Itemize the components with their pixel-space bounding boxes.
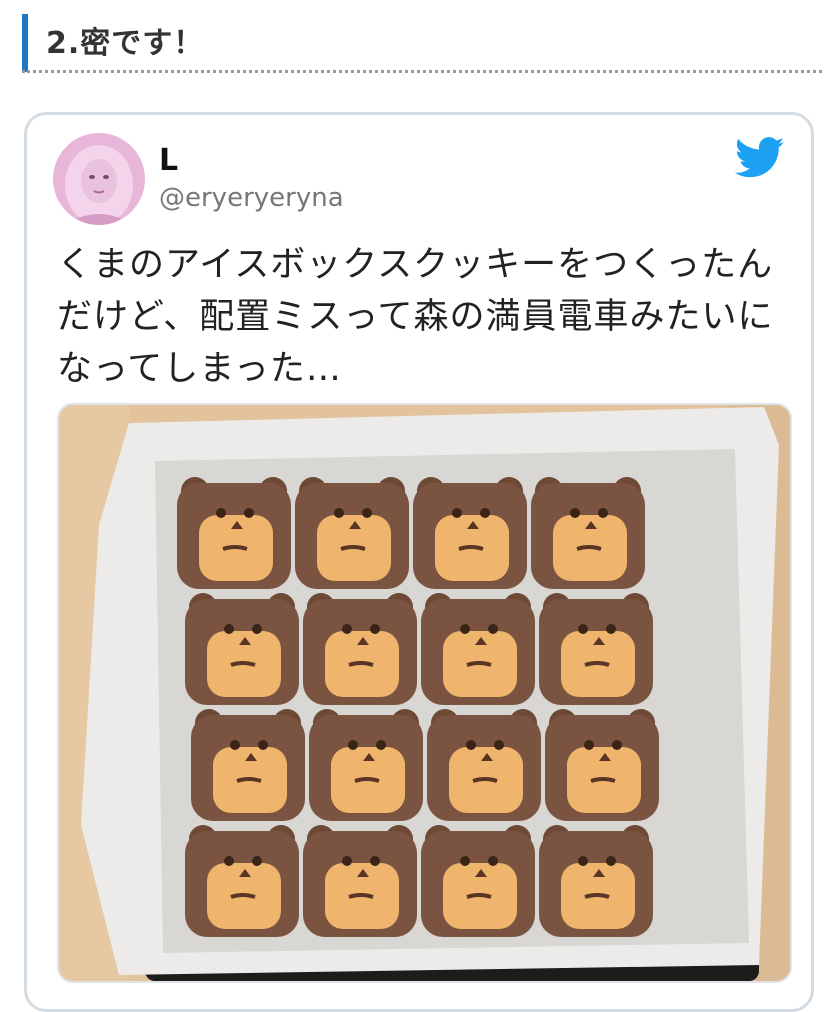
- bear-cookie: [295, 477, 409, 589]
- section-heading: 2.密です！: [0, 0, 840, 74]
- heading-accent-bar: [22, 14, 28, 72]
- tweet-text-line: だけど、配置ミスって森の満員電車みたいに: [57, 297, 774, 337]
- tweet-handle[interactable]: @eryeryeryna: [159, 183, 344, 213]
- bear-cookie: [545, 709, 659, 821]
- bear-cookie: [427, 709, 541, 821]
- bear-cookie: [421, 593, 535, 705]
- embedded-tweet[interactable]: L @eryeryeryna くまのアイスボックスクッキーをつくったん だけど、…: [24, 112, 814, 1012]
- tweet-display-name[interactable]: L: [159, 143, 178, 178]
- bear-cookie: [185, 825, 299, 937]
- bear-cookie: [539, 593, 653, 705]
- tweet-photo[interactable]: [57, 403, 792, 983]
- twitter-bird-icon[interactable]: [735, 137, 785, 179]
- bear-cookie: [303, 593, 417, 705]
- bear-cookie: [413, 477, 527, 589]
- bear-cookie: [421, 825, 535, 937]
- tweet-text-line: くまのアイスボックスクッキーをつくったん: [57, 245, 774, 285]
- bear-cookie: [185, 593, 299, 705]
- bear-cookie: [531, 477, 645, 589]
- tweet-text-line: なってしまった…: [57, 349, 342, 389]
- bear-cookie: [191, 709, 305, 821]
- bear-cookie: [539, 825, 653, 937]
- cookie-photo-image: [59, 405, 790, 981]
- bear-cookie: [177, 477, 291, 589]
- bear-cookie: [303, 825, 417, 937]
- bear-cookie: [309, 709, 423, 821]
- tweet-text: くまのアイスボックスクッキーをつくったん だけど、配置ミスって森の満員電車みたい…: [57, 239, 792, 395]
- heading-divider: [22, 70, 822, 73]
- section-title: 2.密です！: [46, 26, 205, 61]
- avatar-image: [53, 133, 145, 225]
- user-avatar[interactable]: [53, 133, 145, 225]
